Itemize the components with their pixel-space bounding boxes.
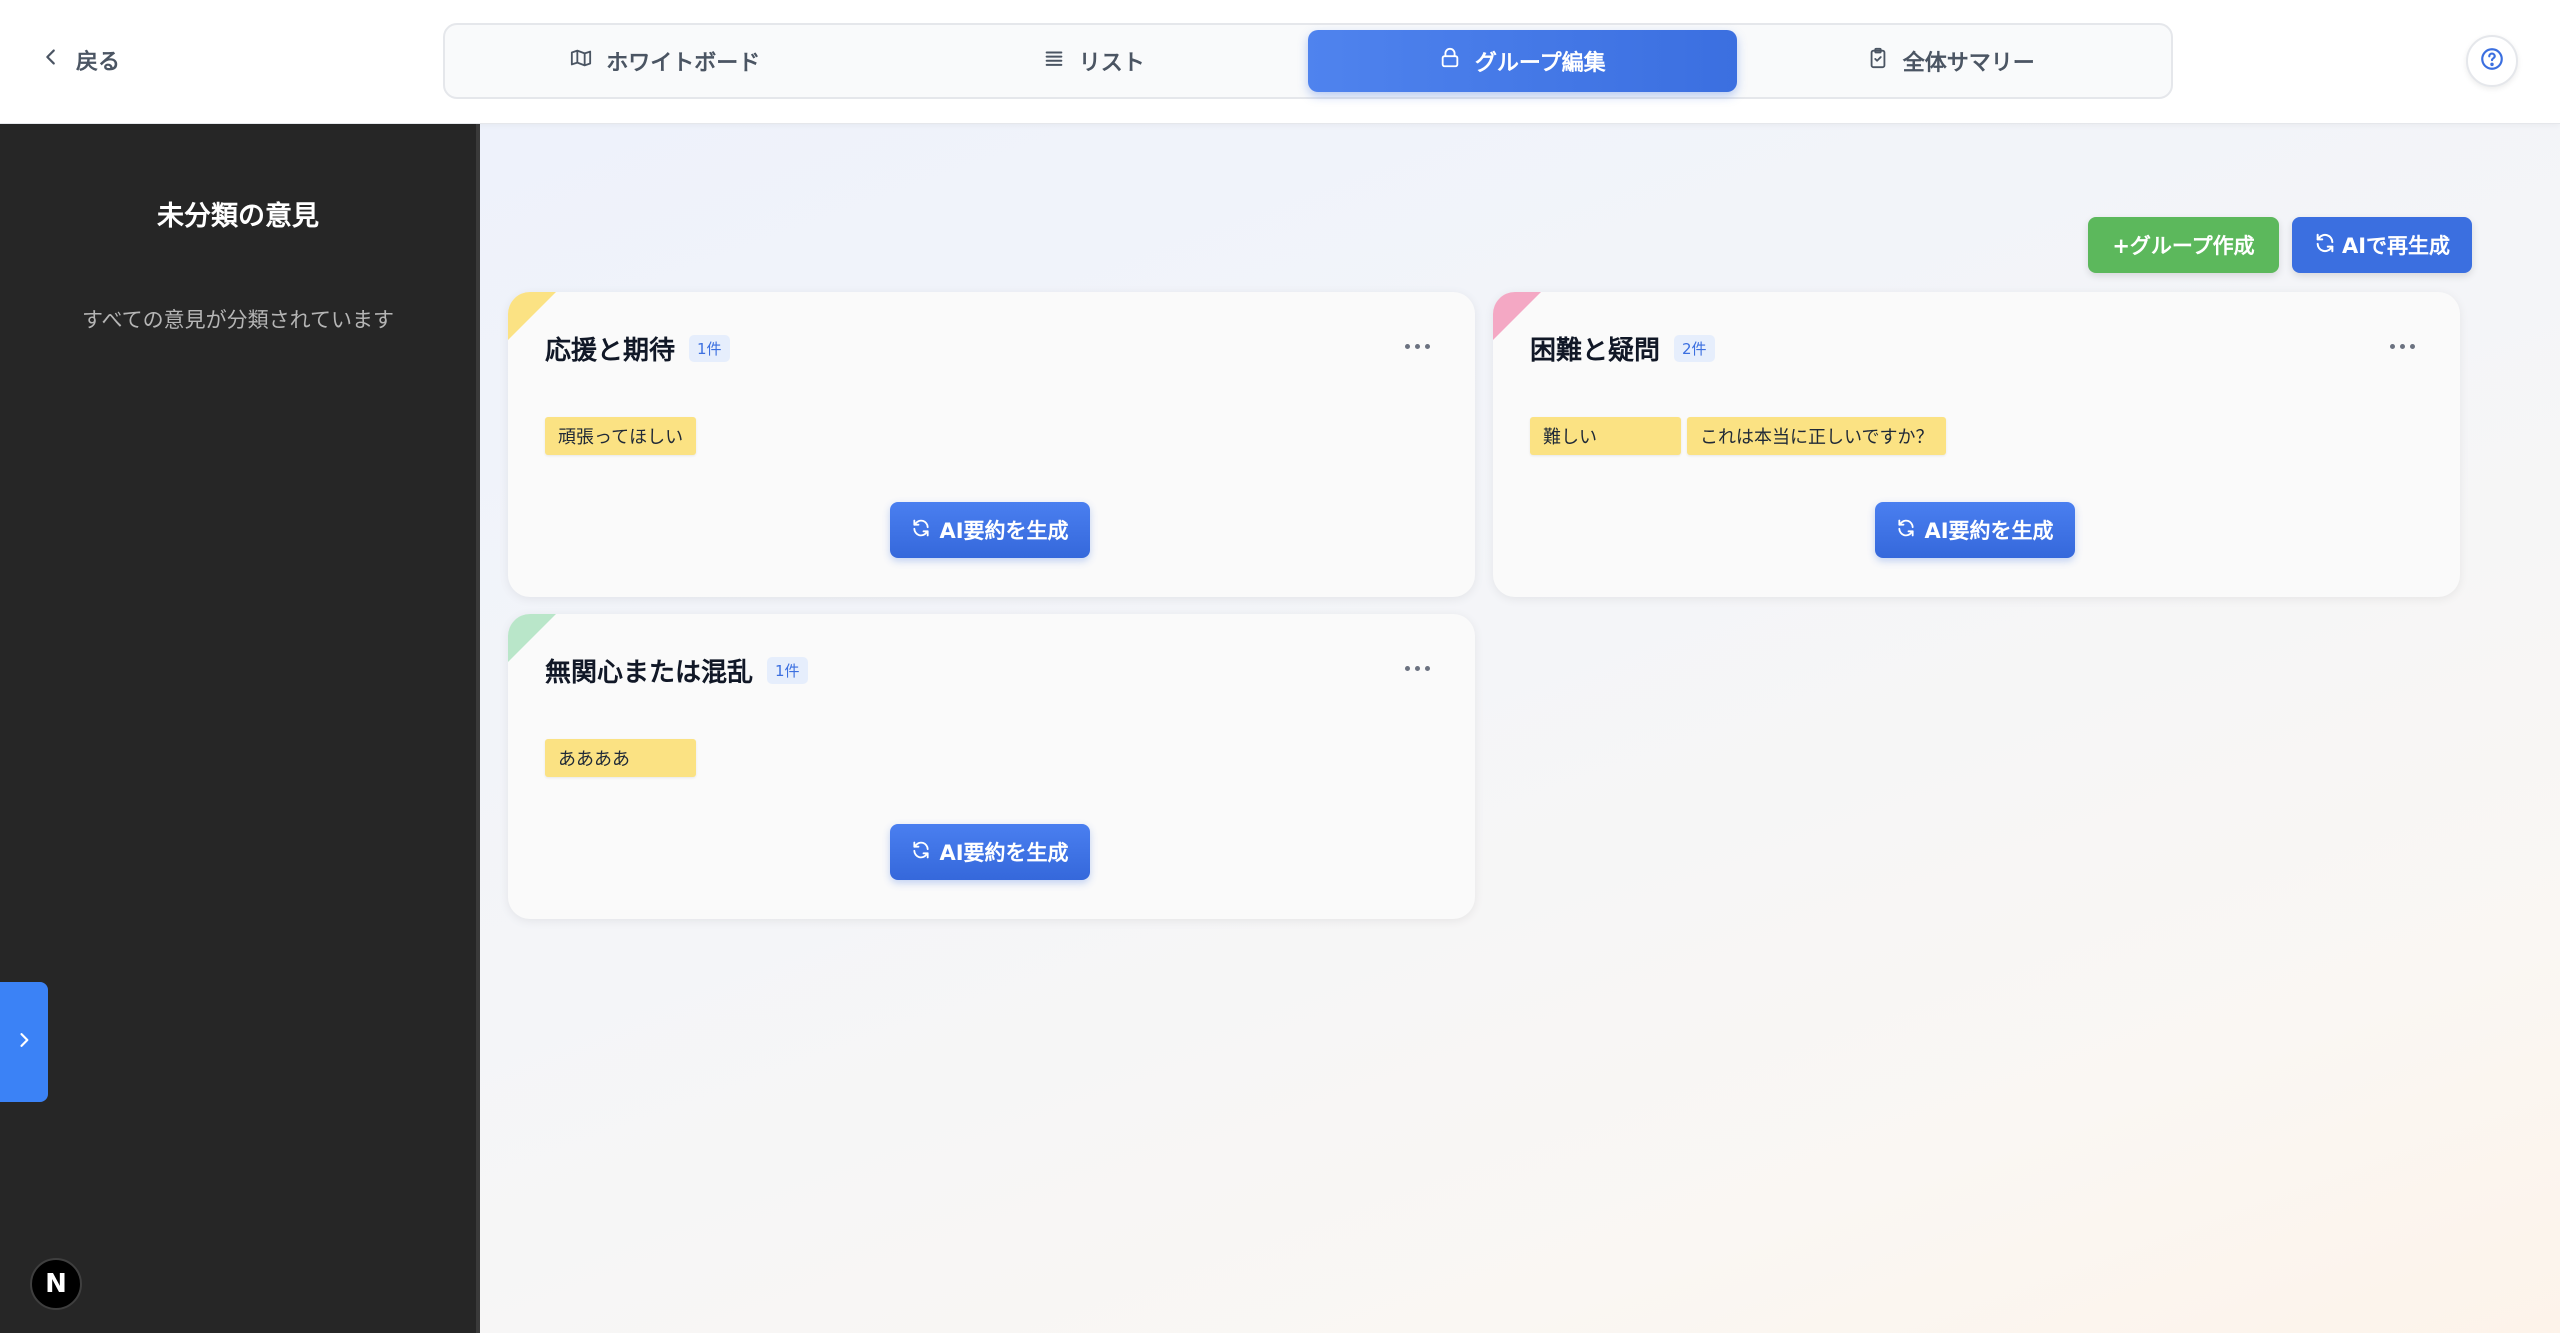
framework-badge[interactable]: N (30, 1258, 82, 1310)
ai-summary-label: AI要約を生成 (939, 519, 1069, 543)
tab-label: ホワイトボード (606, 51, 761, 76)
framework-badge-letter: N (45, 1269, 67, 1299)
list-icon (1043, 47, 1065, 75)
ai-regenerate-button[interactable]: AIで再生成 (2292, 217, 2472, 273)
back-label: 戻る (76, 50, 121, 75)
group-card[interactable]: 応援と期待 1件 頑張ってほしい AI要約を生成 (508, 292, 1475, 597)
clipboard-check-icon (1867, 47, 1889, 75)
sidebar-toggle-button[interactable] (0, 982, 48, 1102)
tab-summary[interactable]: 全体サマリー (1737, 30, 2166, 92)
group-title[interactable]: 応援と期待 1件 (545, 330, 730, 367)
group-title[interactable]: 困難と疑問 2件 (1530, 330, 1715, 367)
view-tabs: ホワイトボード リスト グループ編集 全体サマリー (443, 23, 2173, 99)
ai-summary-button[interactable]: AI要約を生成 (890, 824, 1090, 880)
create-group-button[interactable]: +グループ作成 (2088, 217, 2279, 273)
lock-icon (1439, 47, 1461, 75)
refresh-icon (911, 518, 931, 543)
group-notes: 難しい これは本当に正しいですか？ (1530, 417, 1947, 455)
group-notes: 頑張ってほしい (545, 417, 697, 455)
tab-label: グループ編集 (1474, 51, 1606, 76)
tab-list[interactable]: リスト (880, 30, 1309, 92)
top-bar: 戻る ホワイトボード リスト グループ編集 全体サマリー (0, 0, 2560, 124)
opinion-note[interactable]: 頑張ってほしい (545, 417, 697, 455)
back-button[interactable]: 戻る (40, 40, 120, 80)
group-title-text: 無関心または混乱 (545, 658, 754, 688)
refresh-icon (1896, 518, 1916, 543)
more-options-icon[interactable] (1397, 336, 1437, 356)
group-count-badge: 1件 (689, 335, 730, 362)
opinion-note[interactable]: これは本当に正しいですか？ (1687, 417, 1947, 455)
sidebar-empty-message: すべての意見が分類されています (81, 308, 395, 332)
tab-label: リスト (1078, 51, 1145, 76)
tab-group-edit[interactable]: グループ編集 (1308, 30, 1737, 92)
tab-label: 全体サマリー (1902, 51, 2035, 76)
group-canvas: +グループ作成 AIで再生成 応援と期待 1件 頑張ってほしい AI要約を生成 … (480, 124, 2560, 1333)
ai-summary-label: AI要約を生成 (1924, 519, 2054, 543)
more-options-icon[interactable] (2382, 336, 2422, 356)
group-title-text: 困難と疑問 (1530, 336, 1661, 366)
group-count-badge: 2件 (1674, 335, 1715, 362)
ai-summary-button[interactable]: AI要約を生成 (890, 502, 1090, 558)
refresh-icon (911, 840, 931, 865)
tab-whiteboard[interactable]: ホワイトボード (451, 30, 880, 92)
create-group-label: +グループ作成 (2112, 234, 2255, 258)
help-button[interactable] (2466, 35, 2518, 87)
group-title[interactable]: 無関心または混乱 1件 (545, 652, 808, 689)
refresh-icon (2314, 232, 2336, 259)
group-notes: ああああ (545, 739, 696, 777)
ai-regenerate-label: AIで再生成 (2341, 234, 2451, 258)
map-icon (570, 47, 592, 75)
opinion-note[interactable]: 難しい (1530, 417, 1681, 455)
group-count-badge: 1件 (767, 657, 808, 684)
opinion-note[interactable]: ああああ (545, 739, 696, 777)
group-title-text: 応援と期待 (545, 336, 676, 366)
ai-summary-button[interactable]: AI要約を生成 (1875, 502, 2075, 558)
ai-summary-label: AI要約を生成 (939, 841, 1069, 865)
sidebar-title: 未分類の意見 (157, 201, 319, 232)
group-card[interactable]: 無関心または混乱 1件 ああああ AI要約を生成 (508, 614, 1475, 919)
group-card[interactable]: 困難と疑問 2件 難しい これは本当に正しいですか？ AI要約を生成 (1493, 292, 2460, 597)
chevron-left-icon (40, 46, 62, 74)
unclassified-sidebar: 未分類の意見 すべての意見が分類されています N (0, 124, 480, 1333)
help-circle-icon (2479, 46, 2505, 76)
more-options-icon[interactable] (1397, 658, 1437, 678)
chevron-right-icon (14, 1030, 34, 1054)
